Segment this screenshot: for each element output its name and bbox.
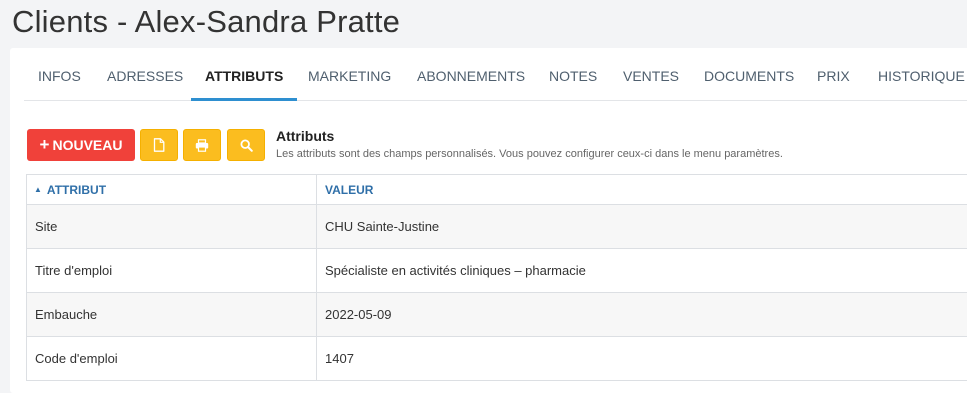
valeur-cell: 2022-05-09 (325, 307, 392, 322)
tab-abonnements[interactable]: ABONNEMENTS (417, 48, 525, 100)
page-title: Clients - Alex-Sandra Pratte (12, 4, 401, 39)
print-icon (195, 138, 209, 152)
search-button[interactable] (227, 129, 265, 161)
attributes-table: ▲ ATTRIBUT VALEUR Site CHU Sainte-Justin… (26, 174, 967, 381)
tab-notes[interactable]: NOTES (549, 48, 597, 100)
section-title: Attributs (276, 128, 335, 144)
print-button[interactable] (183, 129, 221, 161)
attribut-cell: Embauche (27, 293, 317, 336)
tab-documents[interactable]: DOCUMENTS (704, 48, 794, 100)
new-document-button[interactable] (140, 129, 178, 161)
tab-infos[interactable]: INFOS (38, 48, 81, 100)
table-row[interactable]: Embauche 2022-05-09 (27, 293, 967, 337)
valeur-cell: CHU Sainte-Justine (325, 219, 440, 234)
table-row[interactable]: Code d'emploi 1407 (27, 337, 967, 381)
column-header-valeur[interactable]: VALEUR (317, 175, 967, 204)
file-icon (153, 138, 165, 152)
tab-historique[interactable]: HISTORIQUE (878, 48, 965, 100)
table-row[interactable]: Site CHU Sainte-Justine (27, 205, 967, 249)
new-button-label: NOUVEAU (52, 137, 123, 153)
tab-marketing[interactable]: MARKETING (308, 48, 391, 100)
attribut-cell: Site (27, 205, 317, 248)
table-row[interactable]: Titre d'emploi Spécialiste en activités … (27, 249, 967, 293)
column-header-attribut[interactable]: ▲ ATTRIBUT (27, 175, 317, 204)
plus-icon: + (39, 135, 50, 154)
tab-attributs[interactable]: ATTRIBUTS (190, 48, 298, 101)
tab-adresses[interactable]: ADRESSES (107, 48, 183, 100)
tab-bar: INFOS ADRESSES ATTRIBUTS MARKETING ABONN… (24, 48, 967, 101)
attribut-cell: Code d'emploi (27, 337, 317, 380)
client-panel: INFOS ADRESSES ATTRIBUTS MARKETING ABONN… (10, 48, 967, 393)
tab-ventes[interactable]: VENTES (623, 48, 679, 100)
section-description: Les attributs sont des champs personnali… (276, 148, 783, 160)
valeur-cell: 1407 (325, 351, 354, 366)
table-header: ▲ ATTRIBUT VALEUR (27, 175, 967, 205)
search-icon (239, 138, 253, 152)
sort-asc-icon: ▲ (34, 185, 42, 194)
attribut-cell: Titre d'emploi (27, 249, 317, 292)
tab-prix[interactable]: PRIX (817, 48, 850, 100)
valeur-cell: Spécialiste en activités cliniques – pha… (325, 263, 586, 278)
new-button[interactable]: + NOUVEAU (27, 129, 135, 161)
